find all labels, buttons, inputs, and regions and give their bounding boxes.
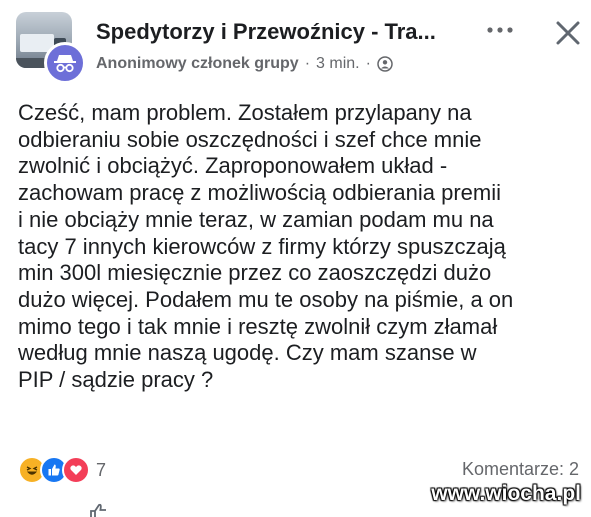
love-reaction-icon (62, 456, 90, 484)
meta-separator: · (365, 55, 371, 72)
author-name[interactable]: Anonimowy członek grupy (96, 55, 299, 73)
post-header: Spedytorzy i Przewoźnicy - Tra... Anonim… (0, 0, 591, 88)
meta-separator: · (304, 55, 311, 72)
watermark-text: www.wiocha.pl (431, 482, 581, 505)
anonymous-incognito-icon (54, 55, 76, 73)
post-body-text: Cześć, mam problem. Zostałem przylapany … (18, 100, 514, 393)
comments-count-link[interactable]: Komentarze: 2 (462, 459, 579, 480)
group-name-link[interactable]: Spedytorzy i Przewoźnicy - Tra... (96, 19, 466, 45)
post-timestamp[interactable]: 3 min. (316, 55, 360, 73)
group-privacy-icon (377, 56, 393, 72)
reactions-summary[interactable]: 7 (18, 456, 106, 484)
anonymous-avatar[interactable] (44, 42, 86, 84)
like-action-icon[interactable] (88, 502, 112, 517)
more-dots-icon[interactable] (484, 18, 516, 42)
post-meta: Anonimowy członek grupy · 3 min. · (96, 55, 393, 73)
close-icon[interactable] (553, 18, 583, 48)
reaction-count[interactable]: 7 (96, 460, 106, 481)
